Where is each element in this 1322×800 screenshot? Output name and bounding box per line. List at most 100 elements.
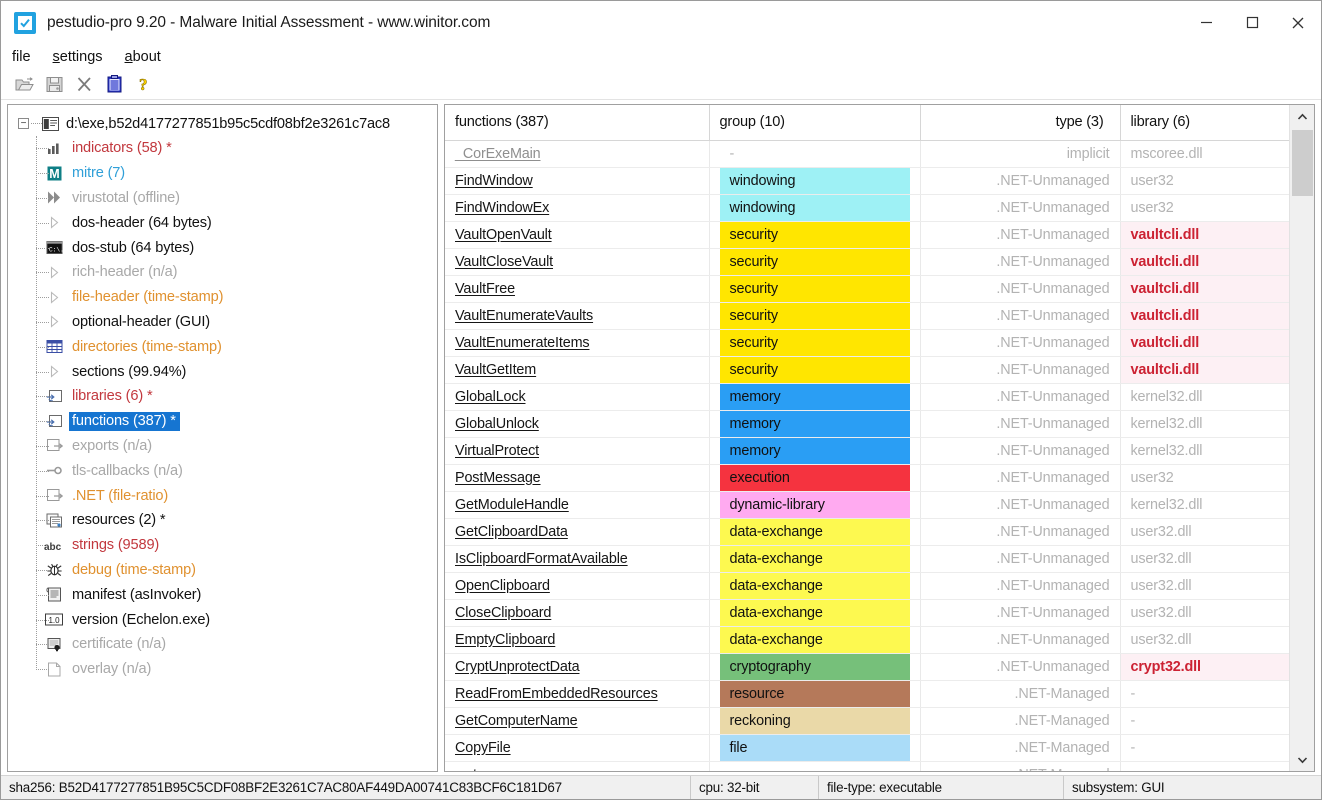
table-row[interactable]: VaultEnumerateItems security .NET-Unmanage… <box>445 329 1289 357</box>
navigation-tree[interactable]: − d:\exe,b52d4177277851b95c5cdf08bf2e326… <box>7 104 438 772</box>
help-icon[interactable]: ? <box>129 71 159 97</box>
cell-function[interactable]: VaultGetItem <box>445 356 710 384</box>
scroll-down-arrow[interactable] <box>1290 748 1315 771</box>
cell-function[interactable]: FindWindowEx <box>445 194 710 222</box>
cell-function[interactable]: VaultOpenVault <box>445 221 710 249</box>
cell-function[interactable]: VaultEnumerateVaults <box>445 302 710 330</box>
tree-item-optional-header[interactable]: optional-header (GUI) <box>36 310 437 335</box>
tree-item-functions[interactable]: functions (387) * <box>36 409 437 434</box>
maximize-button[interactable] <box>1229 1 1275 44</box>
table-row[interactable]: VaultGetItem security .NET-Unmanaged vaultc… <box>445 356 1289 384</box>
cell-function[interactable]: GlobalLock <box>445 383 710 411</box>
tree-item-strings[interactable]: abc strings (9589) <box>36 533 437 558</box>
tree-item-directories[interactable]: directories (time-stamp) <box>36 334 437 359</box>
table-row[interactable]: VirtualProtect memory .NET-Unmanaged kernel… <box>445 437 1289 465</box>
tree-item-tls-callbacks[interactable]: tls-callbacks (n/a) <box>36 458 437 483</box>
column-header-functions[interactable]: functions (387) <box>445 105 710 141</box>
column-header-type[interactable]: type (3) <box>920 105 1121 141</box>
tree-item-debug[interactable]: debug (time-stamp) <box>36 558 437 583</box>
save-icon[interactable] <box>39 71 69 97</box>
menu-about[interactable]: about <box>125 49 161 65</box>
cell-function[interactable]: IsClipboardFormatAvailable <box>445 545 710 573</box>
table-row[interactable]: VaultFree security .NET-Unmanaged vaultcli.… <box>445 275 1289 303</box>
cell-function[interactable]: GetModuleHandle <box>445 491 710 519</box>
table-row[interactable]: VaultOpenVault security .NET-Unmanaged vaul… <box>445 221 1289 249</box>
table-row[interactable]: VaultEnumerateVaults security .NET-Unmanag… <box>445 302 1289 330</box>
tree-item-version[interactable]: 1.0 version (Echelon.exe) <box>36 607 437 632</box>
table-row[interactable]: VaultCloseVault security .NET-Unmanaged vau… <box>445 248 1289 276</box>
svg-text:M: M <box>49 167 59 181</box>
cell-function[interactable]: CloseClipboard <box>445 599 710 627</box>
tree-item-certificate[interactable]: certificate (n/a) <box>36 632 437 657</box>
minimize-button[interactable] <box>1183 1 1229 44</box>
cell-function[interactable]: VirtualProtect <box>445 437 710 465</box>
column-header-group[interactable]: group (10) <box>709 105 921 141</box>
vertical-scrollbar[interactable] <box>1289 105 1314 771</box>
scroll-up-arrow[interactable] <box>1290 105 1315 128</box>
table-row[interactable]: EmptyClipboard data-exchange .NET-Unmanage… <box>445 626 1289 654</box>
table-row[interactable]: .cctor -.NET-Managed- <box>445 761 1289 771</box>
table-row[interactable]: GlobalUnlock memory .NET-Unmanaged kernel32… <box>445 410 1289 438</box>
tree-connector <box>36 396 49 398</box>
cell-type: .NET-Unmanaged <box>920 383 1121 411</box>
group-badge: data-exchange <box>719 599 910 625</box>
tree-item-indicators[interactable]: indicators (58) * <box>36 136 437 161</box>
cell-function[interactable]: GlobalUnlock <box>445 410 710 438</box>
tree-item-virustotal[interactable]: virustotal (offline) <box>36 186 437 211</box>
function-name: IsClipboardFormatAvailable <box>455 550 628 567</box>
tree-item-file-header[interactable]: file-header (time-stamp) <box>36 285 437 310</box>
table-row[interactable]: PostMessage execution .NET-Unmanaged user32 <box>445 464 1289 492</box>
tree-root-row[interactable]: − d:\exe,b52d4177277851b95c5cdf08bf2e326… <box>8 111 437 136</box>
cell-function[interactable]: ReadFromEmbeddedResources <box>445 680 710 708</box>
cell-function[interactable]: OpenClipboard <box>445 572 710 600</box>
close-button[interactable] <box>1275 1 1321 44</box>
cell-function[interactable]: PostMessage <box>445 464 710 492</box>
table-row[interactable]: _CorExeMain - implicit mscoree.dll <box>445 140 1289 168</box>
open-file-icon[interactable] <box>9 71 39 97</box>
tree-item-label: libraries (6) * <box>72 388 153 405</box>
table-row[interactable]: GetClipboardData data-exchange .NET-Unmana… <box>445 518 1289 546</box>
cell-group: data-exchange <box>709 545 921 573</box>
cell-function[interactable]: VaultCloseVault <box>445 248 710 276</box>
table-row[interactable]: OpenClipboard data-exchange .NET-Unmanaged… <box>445 572 1289 600</box>
table-row[interactable]: GetComputerName reckoning .NET-Managed - <box>445 707 1289 735</box>
clipboard-icon[interactable] <box>99 71 129 97</box>
tree-item-sections[interactable]: sections (99.94%) <box>36 359 437 384</box>
table-row[interactable]: FindWindowEx windowing .NET-Unmanaged user3… <box>445 194 1289 222</box>
table-row[interactable]: FindWindow windowing .NET-Unmanaged user32 <box>445 167 1289 195</box>
tree-item-libraries[interactable]: libraries (6) * <box>36 384 437 409</box>
table-row[interactable]: CloseClipboard data-exchange .NET-Unmanage… <box>445 599 1289 627</box>
expander-toggle[interactable]: − <box>18 118 29 129</box>
tree-item-dos-header[interactable]: dos-header (64 bytes) <box>36 210 437 235</box>
cell-function[interactable]: CopyFile <box>445 734 710 762</box>
tree-item-exports[interactable]: exports (n/a) <box>36 434 437 459</box>
cell-function[interactable]: CryptUnprotectData <box>445 653 710 681</box>
column-header-library[interactable]: library (6) <box>1120 105 1289 141</box>
table-row[interactable]: CopyFile file .NET-Managed - <box>445 734 1289 762</box>
cell-function[interactable]: .cctor <box>445 761 710 771</box>
tree-item-dos-stub[interactable]: C:\. dos-stub (64 bytes) <box>36 235 437 260</box>
cell-function[interactable]: GetClipboardData <box>445 518 710 546</box>
cell-function[interactable]: EmptyClipboard <box>445 626 710 654</box>
table-row[interactable]: CryptUnprotectData cryptography .NET-Unman… <box>445 653 1289 681</box>
cell-function[interactable]: VaultFree <box>445 275 710 303</box>
tree-item-.net[interactable]: .NET (file-ratio) <box>36 483 437 508</box>
tree-item-overlay[interactable]: overlay (n/a) <box>36 657 437 682</box>
cell-function[interactable]: _CorExeMain <box>445 140 710 168</box>
tree-item-mitre[interactable]: Mmitre (7) <box>36 161 437 186</box>
scroll-track[interactable] <box>1290 128 1315 748</box>
cell-function[interactable]: VaultEnumerateItems <box>445 329 710 357</box>
cell-function[interactable]: FindWindow <box>445 167 710 195</box>
table-row[interactable]: ReadFromEmbeddedResources resource .NET-Ma… <box>445 680 1289 708</box>
close-file-icon[interactable] <box>69 71 99 97</box>
table-row[interactable]: IsClipboardFormatAvailable data-exchange.… <box>445 545 1289 573</box>
tree-item-rich-header[interactable]: rich-header (n/a) <box>36 260 437 285</box>
menu-settings[interactable]: settings <box>53 49 103 65</box>
table-row[interactable]: GetModuleHandle dynamic-library .NET-Unman… <box>445 491 1289 519</box>
cell-function[interactable]: GetComputerName <box>445 707 710 735</box>
scroll-thumb[interactable] <box>1291 130 1313 196</box>
table-row[interactable]: GlobalLock memory .NET-Unmanaged kernel32.d… <box>445 383 1289 411</box>
menu-file[interactable]: file <box>12 49 31 65</box>
tree-item-resources[interactable]: resources (2) * <box>36 508 437 533</box>
tree-item-manifest[interactable]: manifest (asInvoker) <box>36 582 437 607</box>
